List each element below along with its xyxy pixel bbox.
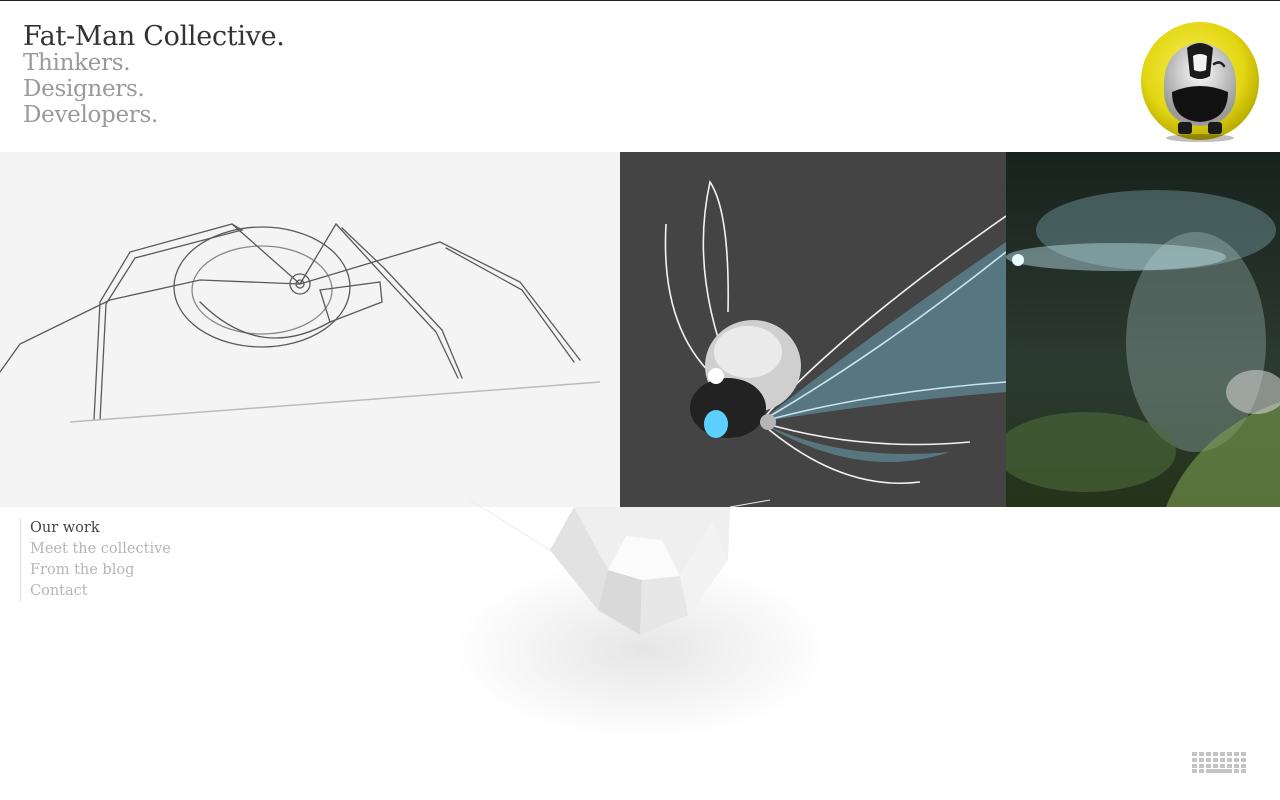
brand-block: Fat-Man Collective. Thinkers. Designers.… [23, 23, 285, 128]
tagline-thinkers: Thinkers. [23, 50, 131, 76]
nav-item-contact[interactable]: Contact [30, 581, 171, 602]
main-nav: Our work Meet the collective From the bl… [20, 518, 171, 602]
tagline-developers: Developers. [23, 102, 159, 128]
nav-item-from-the-blog[interactable]: From the blog [30, 560, 171, 581]
gallery-panel-spider-sketch[interactable] [0, 152, 620, 507]
top-border [0, 0, 1280, 1]
tagline-designers: Designers. [23, 76, 145, 102]
nav-item-our-work[interactable]: Our work [30, 518, 171, 539]
gallery-panel-firefly-render[interactable] [620, 152, 1006, 507]
keyboard-icon[interactable] [1192, 752, 1248, 773]
gallery-panel-firefly-scene[interactable] [1006, 152, 1280, 507]
site-title[interactable]: Fat-Man Collective. [23, 23, 285, 50]
nav-item-meet-the-collective[interactable]: Meet the collective [30, 539, 171, 560]
robot-mascot-icon[interactable] [1140, 20, 1262, 144]
polyhedron-backdrop [430, 480, 850, 760]
work-gallery [0, 152, 1280, 507]
